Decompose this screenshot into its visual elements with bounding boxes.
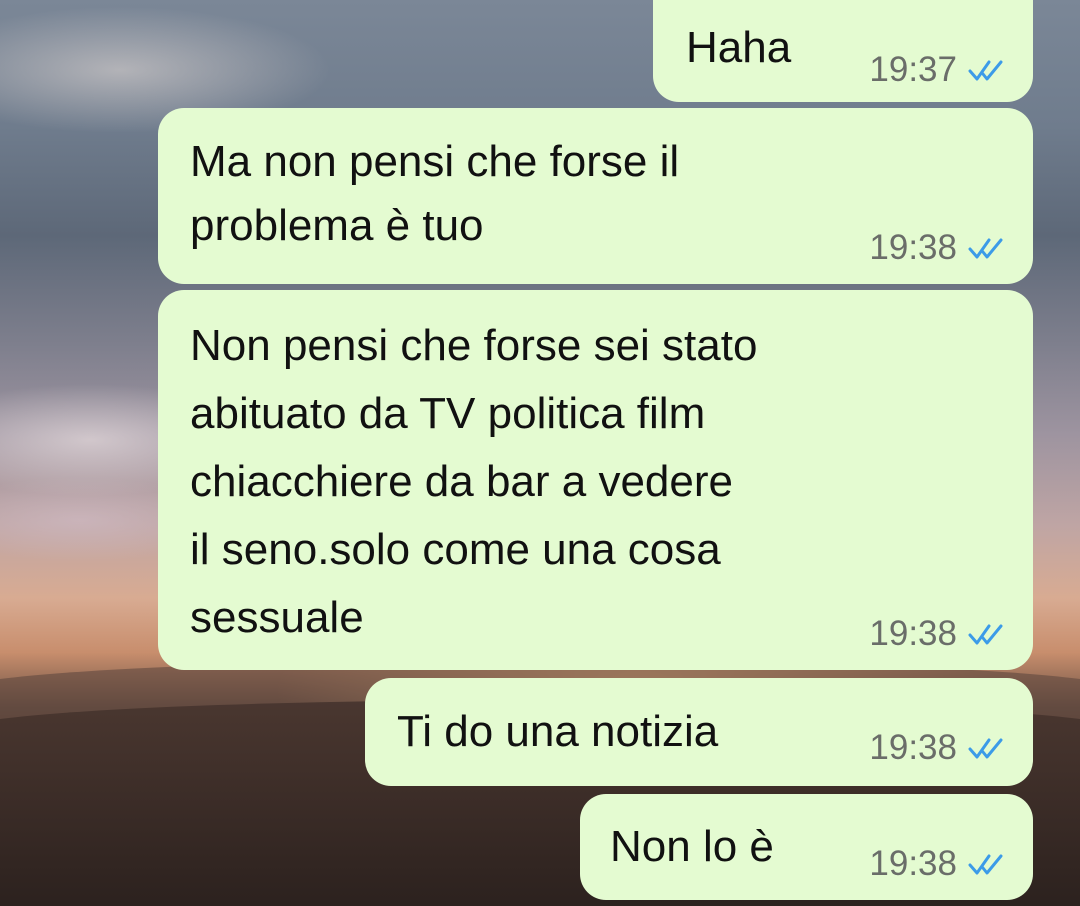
outgoing-message-bubble[interactable]: Haha 19:37: [653, 0, 1033, 102]
outgoing-message-bubble[interactable]: Ma non pensi che forse il problema è tuo…: [158, 108, 1033, 284]
message-meta: 19:38: [869, 844, 1011, 884]
message-text: Haha: [686, 23, 792, 72]
read-double-check-icon: [968, 60, 1003, 81]
message-timestamp: 19:38: [869, 228, 957, 267]
outgoing-message-bubble[interactable]: Ti do una notizia 19:38: [365, 678, 1033, 786]
message-text: Ti do una notizia: [397, 707, 719, 756]
message-timestamp: 19:38: [869, 844, 957, 883]
message-text: Non lo è: [610, 822, 774, 871]
outgoing-message-bubble[interactable]: Non pensi che forse sei stato abituato d…: [158, 290, 1033, 670]
message-meta: 19:38: [869, 728, 1011, 768]
message-text: Non pensi che forse sei stato abituato d…: [190, 321, 758, 642]
message-meta: 19:38: [869, 228, 1011, 268]
message-timestamp: 19:38: [869, 728, 957, 767]
read-double-check-icon: [968, 624, 1003, 645]
read-double-check-icon: [968, 738, 1003, 759]
read-double-check-icon: [968, 854, 1003, 875]
message-timestamp: 19:38: [869, 614, 957, 653]
read-double-check-icon: [968, 238, 1003, 259]
outgoing-message-bubble[interactable]: Non lo è 19:38: [580, 794, 1033, 900]
message-meta: 19:38: [869, 614, 1011, 654]
message-text: Ma non pensi che forse il problema è tuo: [190, 137, 680, 250]
message-timestamp: 19:37: [869, 50, 957, 89]
message-meta: 19:37: [869, 50, 1011, 90]
